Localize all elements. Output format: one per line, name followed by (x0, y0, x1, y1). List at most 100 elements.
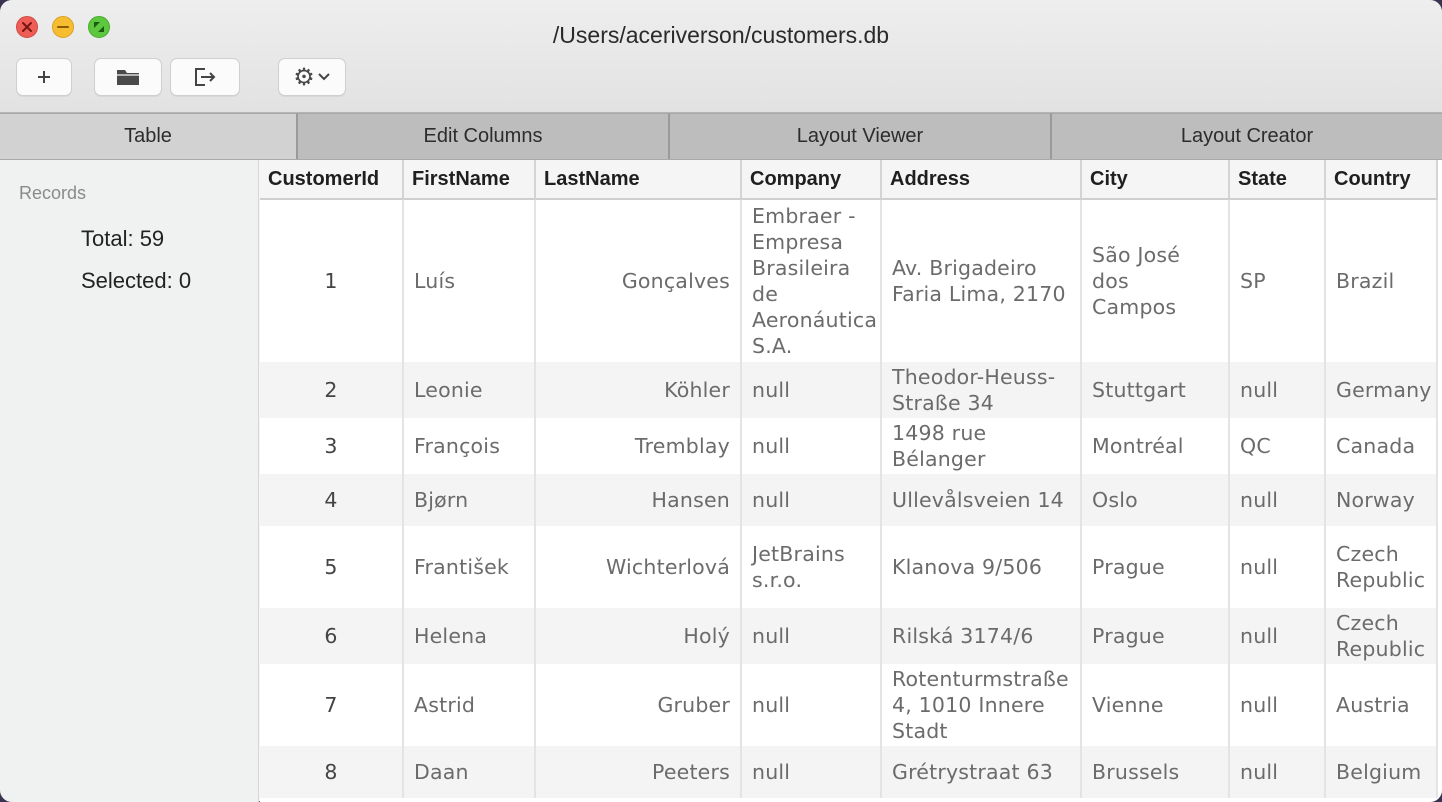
cell-lastname: Köhler (536, 362, 742, 418)
cell-country: Germany (1326, 362, 1438, 418)
cell-customerid: 1 (260, 200, 404, 362)
table-header-row: CustomerId FirstName LastName Company Ad… (260, 160, 1438, 200)
cell-lastname: Peeters (536, 746, 742, 798)
settings-button[interactable]: ⚙ (278, 58, 346, 96)
column-header-firstname[interactable]: FirstName (404, 160, 536, 200)
records-total: Total: 59 (81, 226, 165, 251)
window-title: /Users/aceriverson/customers.db (552, 22, 890, 48)
cell-company: null (742, 746, 882, 798)
cell-city: São José dos Campos (1082, 200, 1230, 362)
cell-address: Ullevålsveien 14 (882, 474, 1082, 526)
records-selected: Selected: 0 (81, 268, 192, 293)
table-row[interactable]: 7 Astrid Gruber null Rotenturmstraße 4, … (260, 664, 1438, 746)
cell-address: 1498 rue Bélanger (882, 418, 1082, 474)
cell-lastname: Wichterlová (536, 526, 742, 608)
column-header-state[interactable]: State (1230, 160, 1326, 200)
cell-address: Theodor-Heuss-Straße 34 (882, 362, 1082, 418)
cell-country: Canada (1326, 418, 1438, 474)
table-row[interactable]: 5 František Wichterlová JetBrains s.r.o.… (260, 526, 1438, 608)
cell-customerid: 4 (260, 474, 404, 526)
table-row[interactable]: 8 Daan Peeters null Grétrystraat 63 Brus… (260, 746, 1438, 798)
records-table: CustomerId FirstName LastName Company Ad… (260, 160, 1438, 798)
cell-address: Rotenturmstraße 4, 1010 Innere Stadt (882, 664, 1082, 746)
cell-state: null (1230, 526, 1326, 608)
cell-country: Norway (1326, 474, 1438, 526)
cell-firstname: František (404, 526, 536, 608)
cell-customerid: 6 (260, 608, 404, 664)
cell-firstname: Astrid (404, 664, 536, 746)
table-row[interactable]: 3 François Tremblay null 1498 rue Bélang… (260, 418, 1438, 474)
tab-layout-creator[interactable]: Layout Creator (1052, 113, 1442, 159)
cell-country: Czech Republic (1326, 526, 1438, 608)
tab-edit-columns[interactable]: Edit Columns (298, 113, 670, 159)
tab-table[interactable]: Table (0, 113, 298, 159)
folder-icon (117, 70, 139, 85)
cell-address: Grétrystraat 63 (882, 746, 1082, 798)
cell-state: null (1230, 474, 1326, 526)
add-button[interactable] (16, 58, 72, 96)
cell-company: JetBrains s.r.o. (742, 526, 882, 608)
table-row[interactable]: 6 Helena Holý null Rilská 3174/6 Prague … (260, 608, 1438, 664)
cell-customerid: 5 (260, 526, 404, 608)
records-heading: Records (19, 183, 87, 203)
cell-customerid: 8 (260, 746, 404, 798)
cell-city: Prague (1082, 526, 1230, 608)
cell-state: SP (1230, 200, 1326, 362)
column-header-city[interactable]: City (1082, 160, 1230, 200)
cell-company: null (742, 362, 882, 418)
open-button[interactable] (94, 58, 162, 96)
cell-state: null (1230, 746, 1326, 798)
cell-country: Austria (1326, 664, 1438, 746)
cell-lastname: Tremblay (536, 418, 742, 474)
titlebar: /Users/aceriverson/customers.db ⚙ (0, 0, 1442, 113)
cell-company: Embraer - Empresa Brasileira de Aeronáut… (742, 200, 882, 362)
cell-address: Rilská 3174/6 (882, 608, 1082, 664)
records-sidebar: Records Total: 59 Selected: 0 (0, 160, 259, 802)
cell-city: Oslo (1082, 474, 1230, 526)
cell-company: null (742, 664, 882, 746)
cell-city: Stuttgart (1082, 362, 1230, 418)
cell-lastname: Gonçalves (536, 200, 742, 362)
cell-firstname: Bjørn (404, 474, 536, 526)
column-header-customerid[interactable]: CustomerId (260, 160, 404, 200)
cell-firstname: Leonie (404, 362, 536, 418)
cell-company: null (742, 474, 882, 526)
cell-firstname: Luís (404, 200, 536, 362)
cell-address: Klanova 9/506 (882, 526, 1082, 608)
cell-country: Belgium (1326, 746, 1438, 798)
cell-city: Prague (1082, 608, 1230, 664)
cell-state: QC (1230, 418, 1326, 474)
cell-country: Brazil (1326, 200, 1438, 362)
records-table-container[interactable]: CustomerId FirstName LastName Company Ad… (260, 160, 1442, 802)
plus-icon (38, 71, 50, 83)
column-header-country[interactable]: Country (1326, 160, 1438, 200)
cell-company: null (742, 608, 882, 664)
table-row[interactable]: 4 Bjørn Hansen null Ullevålsveien 14 Osl… (260, 474, 1438, 526)
cell-city: Vienne (1082, 664, 1230, 746)
cell-company: null (742, 418, 882, 474)
export-button[interactable] (170, 58, 240, 96)
cell-address: Av. Brigadeiro Faria Lima, 2170 (882, 200, 1082, 362)
column-header-lastname[interactable]: LastName (536, 160, 742, 200)
chevron-down-icon (318, 73, 330, 81)
cell-lastname: Gruber (536, 664, 742, 746)
app-window: /Users/aceriverson/customers.db ⚙ Table … (0, 0, 1442, 802)
view-tabs: Table Edit Columns Layout Viewer Layout … (0, 113, 1442, 160)
cell-lastname: Hansen (536, 474, 742, 526)
cell-state: null (1230, 362, 1326, 418)
gear-icon: ⚙ (293, 63, 315, 91)
cell-customerid: 3 (260, 418, 404, 474)
table-row[interactable]: 2 Leonie Köhler null Theodor-Heuss-Straß… (260, 362, 1438, 418)
exit-icon (195, 68, 216, 86)
column-header-address[interactable]: Address (882, 160, 1082, 200)
cell-state: null (1230, 664, 1326, 746)
column-header-company[interactable]: Company (742, 160, 882, 200)
cell-lastname: Holý (536, 608, 742, 664)
tab-layout-viewer[interactable]: Layout Viewer (670, 113, 1052, 159)
table-row[interactable]: 1 Luís Gonçalves Embraer - Empresa Brasi… (260, 200, 1438, 362)
cell-customerid: 7 (260, 664, 404, 746)
cell-city: Brussels (1082, 746, 1230, 798)
cell-firstname: Helena (404, 608, 536, 664)
cell-customerid: 2 (260, 362, 404, 418)
cell-state: null (1230, 608, 1326, 664)
